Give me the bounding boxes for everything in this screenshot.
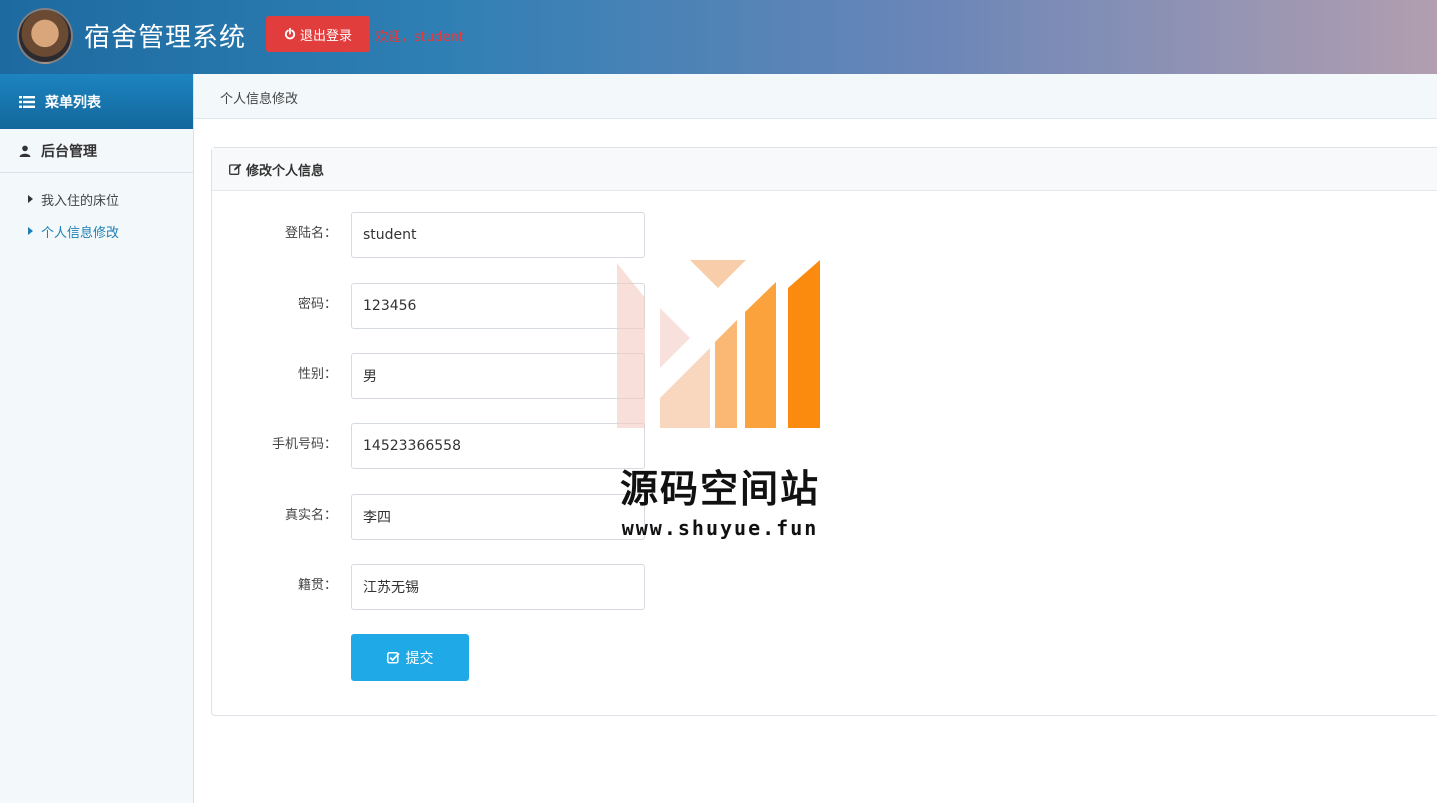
sidebar-item-profile-edit[interactable]: 个人信息修改 — [0, 215, 193, 247]
list-icon — [19, 95, 35, 108]
submit-button[interactable]: 提交 — [351, 634, 469, 681]
field-label: 登陆名： — [284, 226, 337, 241]
logout-button[interactable]: 退出登录 — [266, 16, 370, 52]
sidebar: 菜单列表 后台管理 我入住的床位 个人信息修改 — [0, 74, 194, 803]
sidebar-item-label: 我入住的床位 — [41, 193, 120, 209]
caret-right-icon — [28, 227, 33, 235]
caret-right-icon — [28, 195, 33, 203]
field-label: 手机号码： — [271, 437, 337, 452]
gender-input[interactable] — [351, 353, 645, 399]
sidebar-item-label: 个人信息修改 — [41, 225, 120, 241]
form-row-real-name: 真实名： — [212, 494, 912, 540]
form-row-phone: 手机号码： — [212, 423, 912, 469]
user-icon — [19, 145, 31, 157]
app-title: 宿舍管理系统 — [84, 23, 247, 53]
phone-input[interactable] — [351, 423, 645, 469]
panel-header: 修改个人信息 — [212, 148, 1437, 191]
breadcrumb: 个人信息修改 — [220, 92, 299, 107]
breadcrumb-bar: 个人信息修改 — [194, 74, 1437, 119]
logout-label: 退出登录 — [299, 28, 352, 44]
power-icon — [284, 28, 296, 40]
panel-title: 修改个人信息 — [246, 163, 325, 179]
sidebar-group-admin[interactable]: 后台管理 — [0, 129, 193, 173]
profile-form-panel: 修改个人信息 登陆名： 密码： 性别： 手机号码： 真实名： 籍贯： 提交 — [211, 147, 1437, 716]
sidebar-menu-title: 菜单列表 — [45, 94, 101, 111]
hometown-input[interactable] — [351, 564, 645, 610]
password-input[interactable] — [351, 283, 645, 329]
field-label: 密码： — [297, 297, 337, 312]
sidebar-menu-header[interactable]: 菜单列表 — [0, 74, 193, 129]
real-name-input[interactable] — [351, 494, 645, 540]
login-name-input[interactable] — [351, 212, 645, 258]
edit-icon — [229, 163, 242, 175]
field-label: 籍贯： — [297, 578, 337, 593]
form-row-gender: 性别： — [212, 353, 912, 399]
check-square-icon — [386, 652, 400, 664]
app-header: 宿舍管理系统 退出登录 欢迎，student — [0, 0, 1437, 74]
submit-label: 提交 — [405, 650, 434, 667]
sidebar-group-label: 后台管理 — [41, 143, 97, 160]
form-row-password: 密码： — [212, 283, 912, 329]
welcome-text: 欢迎，student — [375, 30, 464, 45]
field-label: 性别： — [297, 367, 337, 382]
form-row-hometown: 籍贯： — [212, 564, 912, 610]
avatar — [17, 8, 73, 64]
field-label: 真实名： — [284, 508, 337, 523]
form-row-login-name: 登陆名： — [212, 212, 912, 258]
sidebar-item-my-bed[interactable]: 我入住的床位 — [0, 183, 193, 215]
